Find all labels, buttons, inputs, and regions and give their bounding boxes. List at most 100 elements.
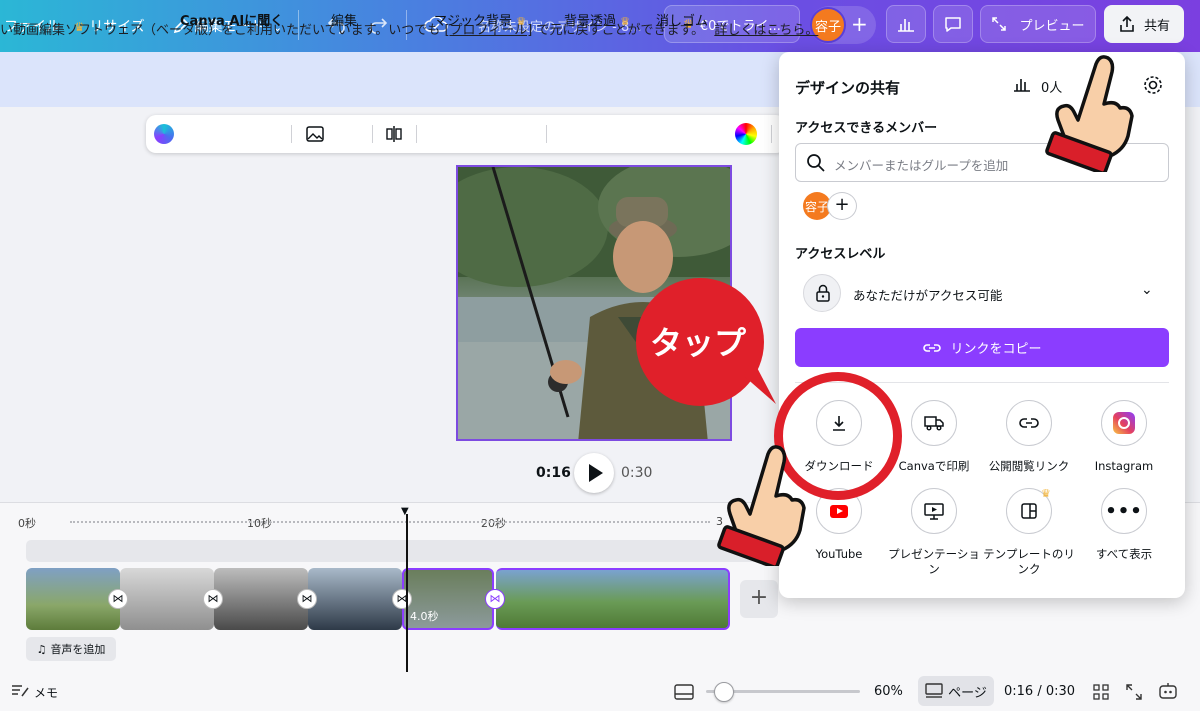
template-icon — [1021, 503, 1037, 519]
presentation-icon — [924, 503, 944, 520]
notes-icon[interactable] — [10, 683, 30, 699]
divider — [291, 125, 292, 143]
magic-background-label: マジック背景 — [434, 14, 513, 29]
pointing-hand-icon — [1045, 55, 1134, 172]
copy-link-label: リンクをコピー — [950, 342, 1042, 357]
ask-canva-ai-button[interactable]: Canva AIに聞く — [180, 10, 283, 29]
expand-icon — [992, 17, 1007, 31]
background-remover-button[interactable]: 背景透過 ♛ — [564, 10, 630, 29]
template-link-label: テンプレートのリンク — [983, 547, 1075, 576]
preview-label: プレビュー — [1019, 18, 1085, 34]
instagram-label: Instagram — [1094, 459, 1154, 473]
page-icon — [925, 683, 943, 698]
public-link-option[interactable] — [1006, 400, 1052, 446]
share-button[interactable]: 共有 — [1104, 5, 1184, 43]
chevron-down-icon: ⌄ — [1141, 282, 1153, 298]
instagram-option[interactable] — [1101, 400, 1147, 446]
clip-duration: 4.0秒 — [410, 610, 439, 623]
flip-icon[interactable] — [384, 124, 404, 144]
assistant-icon[interactable] — [1157, 681, 1179, 701]
timeline-tick: 0秒 — [18, 517, 36, 530]
share-label: 共有 — [1143, 18, 1170, 34]
access-level-value: あなただけがアクセス可能 — [853, 288, 1003, 303]
members-heading: アクセスできるメンバー — [795, 121, 938, 136]
eraser-button[interactable]: 消しゴム — [656, 10, 708, 29]
add-clip-button[interactable]: + — [740, 580, 778, 618]
background-remover-label: 背景透過 — [564, 14, 617, 29]
link-icon — [1019, 418, 1039, 428]
zoom-level: 60% — [874, 684, 903, 699]
youtube-icon — [830, 504, 848, 518]
play-button[interactable] — [574, 453, 614, 493]
present-label: プレゼンテーション — [888, 547, 980, 576]
transition-icon[interactable]: ⋈ — [485, 589, 505, 609]
transition-icon[interactable]: ⋈ — [203, 589, 223, 609]
search-icon — [807, 154, 825, 172]
upload-icon — [1120, 15, 1134, 32]
print-label: Canvaで印刷 — [898, 459, 970, 473]
access-level-heading: アクセスレベル — [795, 247, 886, 262]
page-label: ページ — [948, 685, 987, 701]
timeline-clip-selected[interactable]: 4.0秒 — [402, 568, 494, 630]
crown-icon: ♛ — [620, 15, 631, 28]
timeline-tick: 20秒 — [481, 517, 506, 530]
share-panel-title: デザインの共有 — [795, 79, 901, 97]
total-time: 0:30 — [621, 465, 653, 481]
transition-icon[interactable]: ⋈ — [297, 589, 317, 609]
crown-icon: ♛ — [516, 15, 527, 28]
timeline-clip[interactable] — [26, 568, 120, 630]
preview-button[interactable]: プレビュー — [980, 5, 1096, 43]
grid-view-icon[interactable] — [1093, 684, 1109, 700]
more-icon: ••• — [1105, 500, 1143, 522]
search-placeholder: メンバーまたはグループを追加 — [834, 158, 1009, 173]
truck-icon — [924, 416, 944, 431]
link-icon — [923, 343, 942, 352]
add-member-button[interactable]: + — [827, 192, 857, 220]
access-level-dropdown[interactable]: あなただけがアクセス可能 ⌄ — [795, 270, 1169, 316]
instagram-icon — [1113, 412, 1135, 434]
time-readout: 0:16 / 0:30 — [1004, 684, 1076, 699]
playhead[interactable] — [406, 514, 408, 672]
audio-track[interactable] — [26, 540, 780, 562]
copy-link-button[interactable]: リンクをコピー — [795, 328, 1169, 367]
insights-button[interactable] — [886, 5, 926, 43]
memo-button[interactable]: メモ — [34, 684, 58, 701]
learn-more-link[interactable]: 詳しくはこちら。 — [714, 23, 818, 38]
divider — [416, 125, 417, 143]
timeline-clip[interactable] — [496, 568, 730, 630]
bar-chart-icon[interactable] — [1012, 75, 1032, 93]
present-option[interactable] — [911, 488, 957, 534]
page-view-button[interactable]: ページ — [918, 676, 994, 706]
see-all-option[interactable]: ••• — [1101, 488, 1147, 534]
add-collaborator-icon[interactable]: + — [851, 12, 868, 36]
fullscreen-icon[interactable] — [1125, 683, 1143, 701]
magic-background-button[interactable]: マジック背景 ♛ — [434, 10, 526, 29]
transition-icon[interactable]: ⋈ — [108, 589, 128, 609]
lock-icon-circle — [803, 274, 841, 312]
public-link-label: 公開閲覧リンク — [988, 459, 1070, 473]
comments-button[interactable] — [933, 5, 973, 43]
lock-icon — [816, 284, 830, 302]
transition-icon[interactable]: ⋈ — [392, 589, 412, 609]
print-option[interactable] — [911, 400, 957, 446]
canva-ai-icon — [154, 124, 174, 144]
collaborators-group[interactable]: 容子 + — [810, 6, 876, 44]
timeline-clip[interactable] — [308, 568, 402, 630]
divider — [771, 125, 772, 143]
play-icon — [589, 464, 603, 482]
bar-chart-icon — [898, 19, 914, 32]
music-note-icon: ♫ — [36, 642, 47, 656]
current-time: 0:16 — [536, 465, 571, 481]
add-audio-button[interactable]: ♫ 音声を追加 — [26, 637, 116, 661]
color-wheel-icon[interactable] — [735, 123, 757, 145]
edit-button[interactable]: 編集 — [331, 10, 357, 29]
timeline-clip[interactable] — [120, 568, 214, 630]
timeline-clip[interactable] — [214, 568, 308, 630]
crown-icon: ♛ — [1041, 487, 1051, 500]
see-all-label: すべて表示 — [1095, 547, 1153, 561]
divider — [546, 125, 547, 143]
gear-icon[interactable] — [1142, 74, 1164, 96]
timeline-tick: 10秒 — [247, 517, 272, 530]
timeline-toggle-icon[interactable] — [673, 683, 695, 701]
playhead-marker-icon[interactable]: ▼ — [401, 506, 409, 517]
